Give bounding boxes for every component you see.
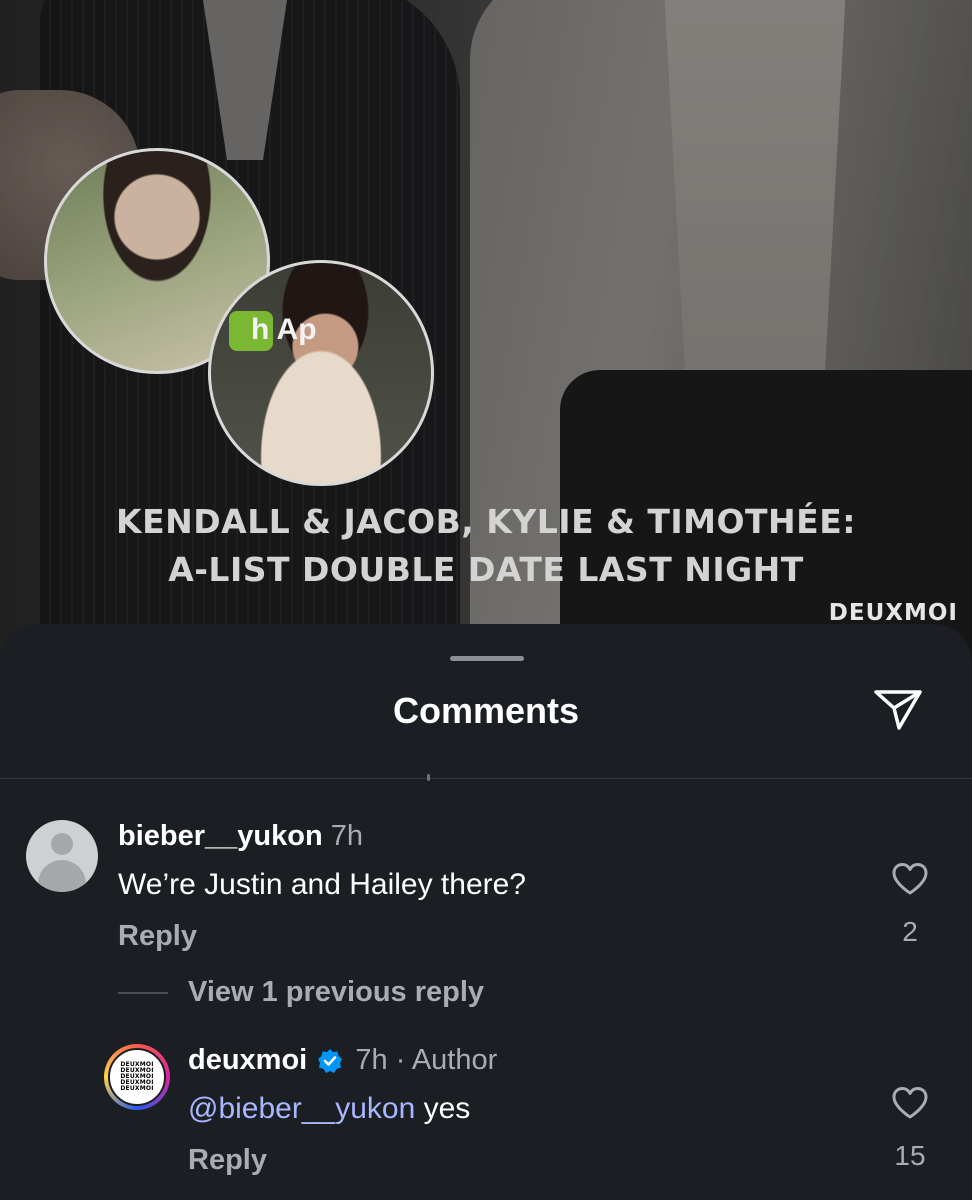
scroll-indicator [427,774,430,781]
view-replies-label[interactable]: View 1 previous reply [188,976,484,1009]
post-watermark: DEUXMOI [828,600,958,626]
reply-button[interactable]: Reply [118,920,197,953]
post-headline-line-2: A-LIST DOUBLE DATE LAST NIGHT [168,550,804,589]
heart-icon[interactable] [891,862,929,896]
post-image: h Ap KENDALL & JACOB, KYLIE & TIMOTHÉE: … [0,0,972,660]
author-tag: · Author [395,1044,498,1076]
comment-username[interactable]: bieber__yukon [118,820,323,852]
inset-photo-kylie: h Ap [208,260,434,486]
post-headline-line-1: KENDALL & JACOB, KYLIE & TIMOTHÉE: [116,502,856,541]
reply-username[interactable]: deuxmoi [188,1044,307,1076]
heart-icon[interactable] [891,1086,929,1120]
reply-button[interactable]: Reply [188,1144,267,1177]
backdrop-sign-text: h Ap [251,313,317,346]
sheet-title: Comments [392,690,580,731]
sheet-drag-handle[interactable] [450,656,524,661]
thread-line [118,992,168,994]
deuxmoi-avatar[interactable]: DEUXMOI DEUXMOI DEUXMOI DEUXMOI DEUXMOI [104,1044,170,1110]
comment-header: bieber__yukon 7h [118,820,363,853]
like-count: 15 [894,1140,926,1171]
reply-time: 7h [355,1044,388,1076]
reply-text: @bieber__yukon yes [188,1092,470,1126]
reply-body: yes [423,1092,471,1125]
comment-text: We’re Justin and Hailey there? [118,868,526,901]
sheet-header-divider [0,778,972,779]
verified-badge-icon [318,1049,343,1074]
comment-time: 7h [330,820,364,852]
comments-sheet: Comments bieber__yukon 7h We’re Justin a… [0,624,972,1200]
avatar-logo: DEUXMOI DEUXMOI DEUXMOI DEUXMOI DEUXMOI [108,1048,166,1106]
avatar-logo-text: DEUXMOI [120,1085,154,1092]
default-avatar-icon[interactable] [26,820,98,892]
avatar-head [51,833,73,855]
like-count: 2 [902,916,918,947]
reply-header: deuxmoi 7h · Author [188,1044,497,1077]
mention-link[interactable]: @bieber__yukon [188,1092,415,1125]
avatar-body [38,860,86,892]
share-icon[interactable] [872,686,924,732]
